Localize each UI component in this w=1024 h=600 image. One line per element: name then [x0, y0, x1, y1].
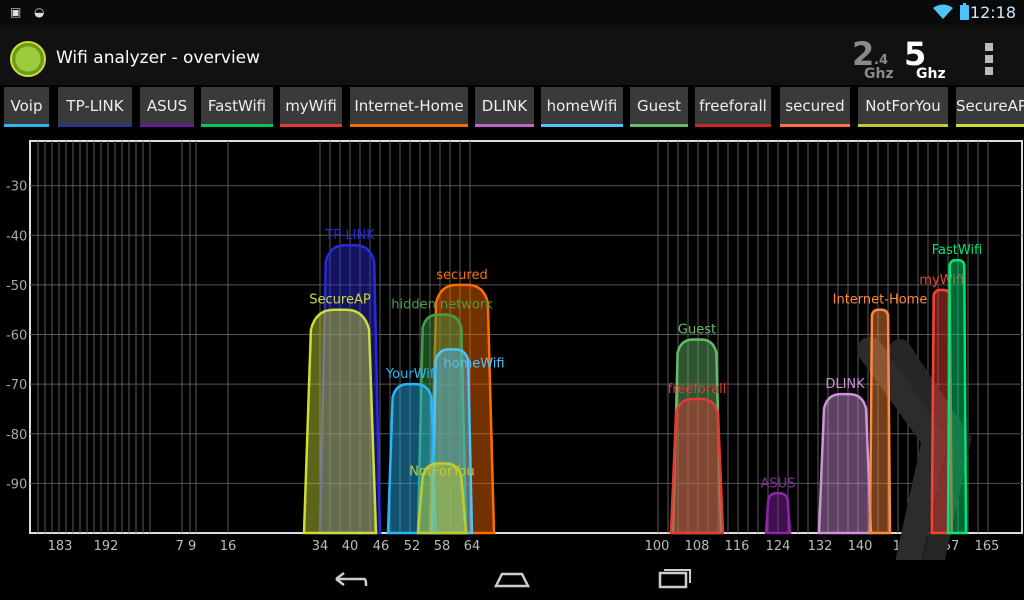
- ssid-tab-asus[interactable]: ASUS: [140, 87, 194, 127]
- network-label: secured: [436, 268, 487, 283]
- y-tick-label: -30: [6, 180, 27, 195]
- app-icon[interactable]: [10, 41, 46, 77]
- y-tick-label: -60: [6, 329, 27, 344]
- network-curve-secureap: [304, 310, 376, 533]
- x-tick-label: 58: [434, 539, 451, 554]
- y-tick-label: -90: [6, 477, 27, 492]
- x-tick-label: 34: [312, 539, 329, 554]
- x-tick-label: 192: [94, 539, 119, 554]
- x-tick-label: 46: [373, 539, 390, 554]
- navigation-bar: [0, 560, 1024, 600]
- ssid-tab-fastwifi[interactable]: FastWifi: [201, 87, 273, 127]
- x-tick-label: 7 9: [176, 539, 197, 554]
- ssid-tab-tp-link[interactable]: TP-LINK: [58, 87, 132, 127]
- x-tick-label: 16: [220, 539, 237, 554]
- network-label: ASUS: [761, 476, 796, 491]
- y-tick-label: -40: [6, 229, 27, 244]
- x-tick-label: 183: [48, 539, 73, 554]
- back-icon[interactable]: [326, 564, 374, 594]
- ssid-tab-voip[interactable]: Voip: [4, 87, 49, 127]
- channel-graph-svg: -30 -40 -50 -60 -70 -80 -90 183 192 7 9 16 34 40 46 52…: [0, 135, 1024, 560]
- notification-icon: ▣: [10, 5, 24, 19]
- ssid-filter-bar: VoipTP-LINKASUSFastWifimyWifiInternet-Ho…: [0, 85, 1024, 132]
- recent-apps-icon[interactable]: [650, 564, 698, 594]
- network-curve-freeforall: [671, 399, 723, 533]
- x-tick-label: 116: [725, 539, 750, 554]
- android-icon: ◒: [34, 5, 48, 19]
- network-label: FastWifi: [932, 243, 983, 258]
- wifi-signal-icon: [932, 4, 954, 20]
- x-tick-label: 140: [848, 539, 873, 554]
- x-tick-label: 132: [808, 539, 833, 554]
- band-5ghz-toggle[interactable]: 5 Ghz: [904, 35, 950, 81]
- ssid-tab-mywifi[interactable]: myWifi: [280, 87, 342, 127]
- network-label: homeWifi: [443, 356, 504, 371]
- ssid-tab-internet-home[interactable]: Internet-Home: [350, 87, 468, 127]
- x-tick-label: 100: [645, 539, 670, 554]
- y-tick-label: -50: [6, 279, 27, 294]
- band-24ghz-toggle[interactable]: 2 .4 Ghz: [852, 35, 898, 81]
- x-tick-label: 165: [975, 539, 1000, 554]
- network-label: SecureAP: [309, 293, 371, 308]
- status-bar: ▣ ◒ 12:18: [0, 0, 1024, 25]
- action-bar: Wifi analyzer - overview 2 .4 Ghz 5 Ghz: [0, 25, 1024, 85]
- ssid-tab-dlink[interactable]: DLINK: [475, 87, 534, 127]
- overflow-menu-icon[interactable]: [985, 43, 995, 77]
- network-label: TP-LINK: [324, 228, 375, 243]
- ssid-tab-guest[interactable]: Guest: [630, 87, 688, 127]
- x-tick-label: 124: [766, 539, 791, 554]
- home-icon[interactable]: [488, 564, 536, 594]
- x-tick-label: 108: [685, 539, 710, 554]
- x-tick-label: 40: [342, 539, 359, 554]
- network-label: NotForYou: [409, 465, 475, 480]
- ssid-tab-homewifi[interactable]: homeWifi: [541, 87, 623, 127]
- network-curve-fastwifi: [948, 260, 966, 533]
- network-label: Internet-Home: [833, 293, 928, 308]
- network-label: YourWifi: [385, 367, 438, 382]
- x-tick-label: 64: [464, 539, 481, 554]
- network-label: freeforall: [668, 382, 727, 397]
- ssid-tab-secureap[interactable]: SecureAP: [956, 87, 1024, 127]
- ssid-tab-freeforall[interactable]: freeforall: [695, 87, 771, 127]
- y-tick-label: -80: [6, 428, 27, 443]
- network-label: Guest: [678, 322, 716, 337]
- ssid-tab-notforyou[interactable]: NotForYou: [858, 87, 948, 127]
- network-label: hidden network: [391, 298, 493, 313]
- network-curve-internet-home: [870, 310, 890, 533]
- y-tick-label: -70: [6, 378, 27, 393]
- network-label: DLINK: [825, 377, 865, 392]
- band-5-unit: Ghz: [916, 66, 946, 82]
- network-curve-asus: [766, 493, 790, 533]
- network-curve-dlink: [819, 394, 871, 533]
- x-tick-label: 52: [404, 539, 421, 554]
- ssid-tab-secured[interactable]: secured: [780, 87, 850, 127]
- app-title: Wifi analyzer - overview: [56, 48, 260, 68]
- battery-icon: [960, 5, 969, 20]
- status-time: 12:18: [970, 3, 1016, 22]
- band-24-unit: Ghz: [864, 66, 894, 82]
